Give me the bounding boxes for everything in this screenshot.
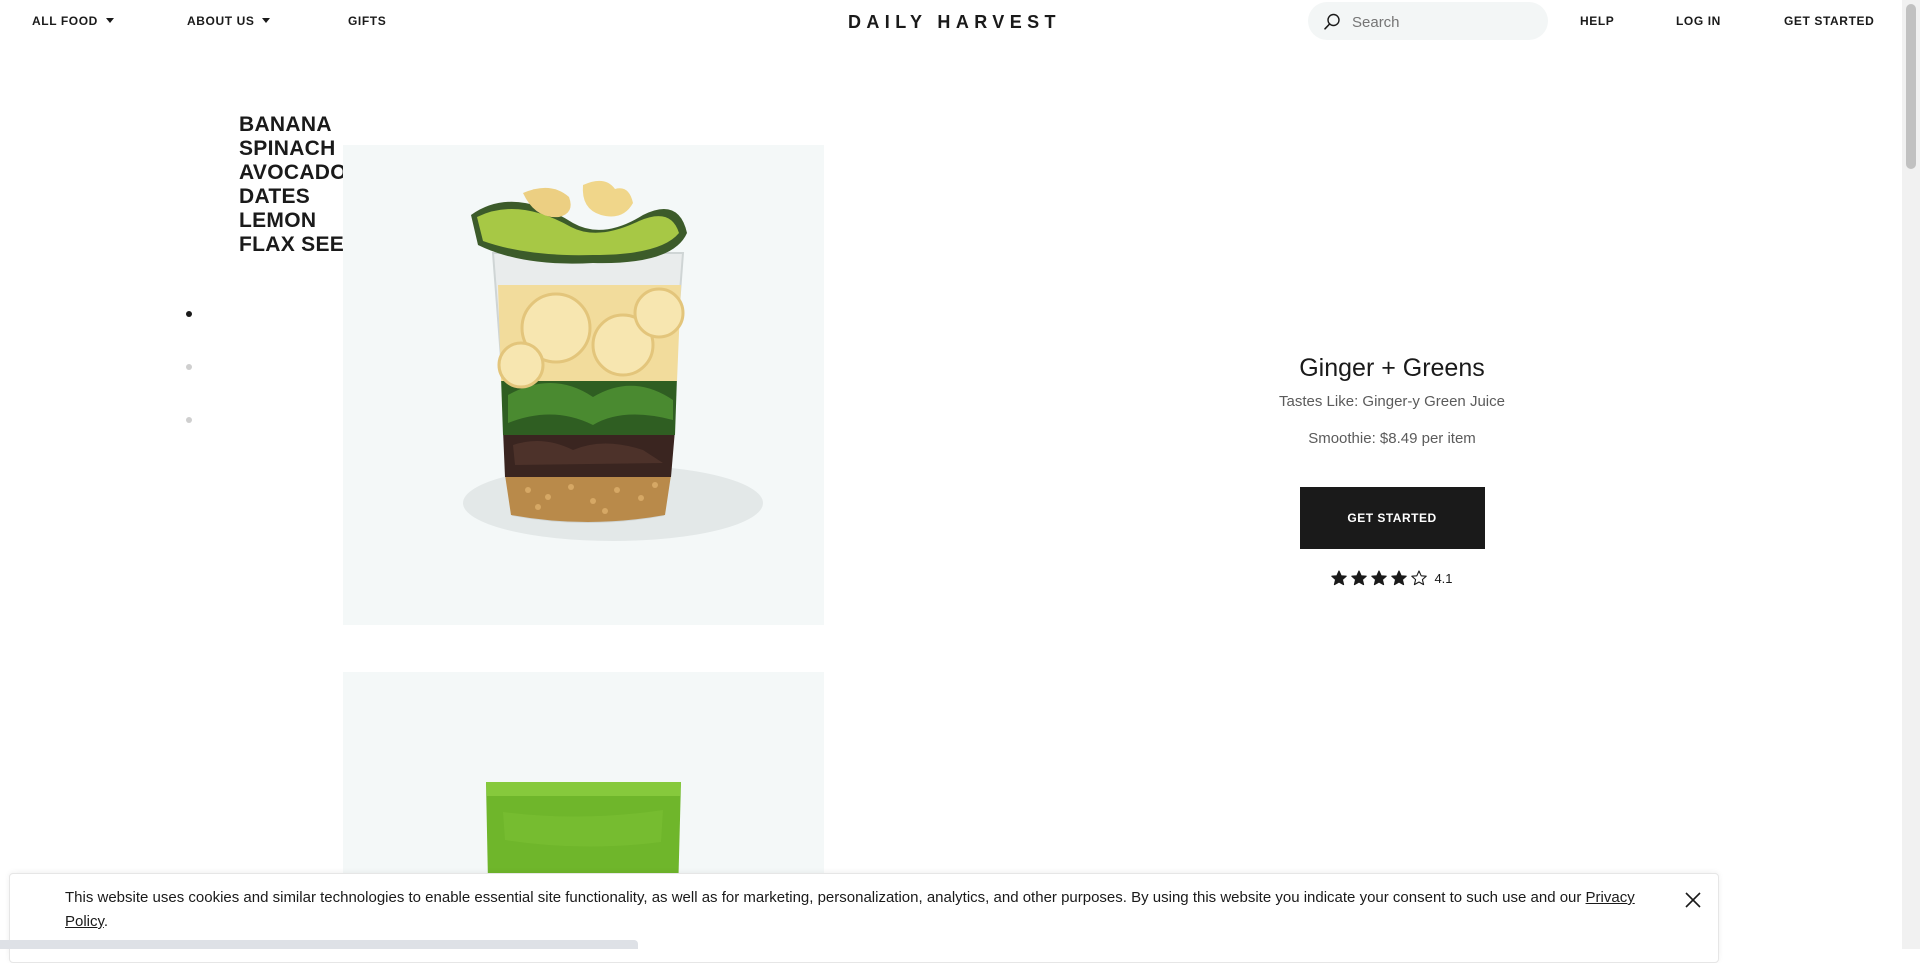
ingredient-item: LEMON [239,209,317,232]
ingredient-item: DATES [239,185,311,208]
top-navigation: ALL FOOD ABOUT US GIFTS DAILY HARVEST HE… [0,0,1902,42]
product-rating: 4.1 [1212,570,1572,586]
nav-gifts[interactable]: GIFTS [348,14,386,28]
ingredient-item: BANANA [239,113,332,136]
get-started-button[interactable]: GET STARTED [1299,487,1485,549]
scrollbar-thumb[interactable] [1906,4,1916,169]
chevron-down-icon [262,18,271,23]
ingredients-cup-illustration [463,180,763,541]
search-icon [1324,13,1340,30]
cookie-text: This website uses cookies and similar te… [65,889,1586,906]
site-logo[interactable]: DAILY HARVEST [848,12,1061,33]
carousel-dot-2[interactable] [186,364,192,370]
nav-log-in[interactable]: LOG IN [1676,14,1721,28]
product-tastes-like: Tastes Like: Ginger-y Green Juice [1279,393,1505,410]
carousel-dot-3[interactable] [186,417,192,423]
nav-all-food-label: ALL FOOD [32,14,98,28]
nav-get-started[interactable]: GET STARTED [1784,14,1874,28]
cookie-banner: This website uses cookies and similar te… [9,873,1719,963]
browser-status-bar [0,940,638,949]
star-filled-icon [1391,570,1408,586]
ingredients-list: BANANA SPINACH AVOCADO DATES LEMON FLAX … [239,113,360,257]
product-image-ingredients [343,145,824,625]
product-info: Ginger + Greens Tastes Like: Ginger-y Gr… [1212,352,1572,586]
star-filled-icon [1351,570,1368,586]
ingredient-item: SPINACH [239,137,336,160]
search-input[interactable] [1350,9,1539,35]
cookie-message: This website uses cookies and similar te… [65,886,1645,934]
star-filled-icon [1371,570,1388,586]
rating-stars [1331,570,1428,586]
cookie-text-end: . [103,913,109,930]
nav-all-food[interactable]: ALL FOOD [32,14,114,28]
nav-about-us-label: ABOUT US [187,14,255,28]
chevron-down-icon [105,18,114,23]
close-icon[interactable] [1683,890,1703,910]
star-empty-icon [1411,570,1428,586]
nav-about-us[interactable]: ABOUT US [187,14,271,28]
ingredient-item: FLAX SEED [239,233,360,256]
page-scrollbar[interactable] [1902,0,1920,949]
nav-help[interactable]: HELP [1580,14,1614,28]
star-filled-icon [1331,570,1348,586]
ingredient-item: AVOCADO [239,161,347,184]
carousel-dot-1[interactable] [186,311,192,317]
rating-value: 4.1 [1434,570,1453,586]
product-title: Ginger + Greens [1299,354,1485,382]
search-box[interactable] [1308,2,1548,40]
product-price: Smoothie: $8.49 per item [1308,430,1476,447]
